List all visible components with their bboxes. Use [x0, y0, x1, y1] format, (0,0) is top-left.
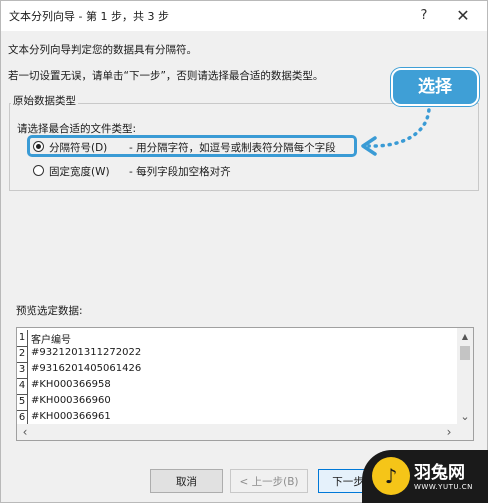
row-text: #KH000366960 [31, 395, 111, 406]
row-text: 客户编号 [31, 335, 71, 346]
row-number: 5 [17, 394, 28, 411]
title-bar: 文本分列向导 - 第 1 步，共 3 步 ? ✕ [1, 1, 487, 31]
row-number: 1 [17, 330, 28, 347]
row-number: 4 [17, 378, 28, 395]
watermark-url: WWW.YUTU.CN [414, 483, 473, 491]
scroll-down-icon[interactable]: ⌄ [457, 410, 473, 424]
radio-description-fixed-width: - 每列字段加空格对齐 [129, 166, 231, 178]
scroll-thumb[interactable] [460, 346, 470, 360]
preview-row: 2 #9321201311272022 [17, 346, 457, 363]
text-to-columns-dialog: 文本分列向导 - 第 1 步，共 3 步 ? ✕ 文本分列向导判定您的数据具有分… [0, 0, 488, 503]
file-type-prompt: 请选择最合适的文件类型: [17, 123, 137, 135]
radio-button-fixed-width[interactable] [33, 165, 44, 176]
group-title: 原始数据类型 [11, 93, 78, 108]
description-line-1: 文本分列向导判定您的数据具有分隔符。 [8, 44, 197, 56]
row-text: #KH000366958 [31, 379, 111, 390]
dialog-title: 文本分列向导 - 第 1 步，共 3 步 [9, 10, 169, 23]
data-preview[interactable]: 1 客户编号 2 #9321201311272022 3 #9316201405… [16, 327, 474, 441]
preview-row: 4 #KH000366958 [17, 378, 457, 395]
highlight-box [27, 135, 357, 157]
close-button[interactable]: ✕ [451, 5, 475, 27]
row-number: 3 [17, 362, 28, 379]
row-text: #9316201405061426 [31, 363, 142, 374]
select-badge: 选择 [391, 68, 479, 106]
radio-label-fixed-width[interactable]: 固定宽度(W) [49, 164, 110, 179]
description-line-2: 若一切设置无误，请单击“下一步”，否则请选择最合适的数据类型。 [8, 70, 324, 82]
scroll-left-icon[interactable]: ‹ [17, 425, 33, 439]
row-text: #KH000366961 [31, 411, 111, 422]
watermark-name: 羽兔网 [414, 463, 465, 483]
preview-label: 预览选定数据: [16, 305, 83, 317]
scroll-up-icon[interactable]: ▲ [457, 330, 473, 344]
scroll-right-icon[interactable]: › [441, 425, 457, 439]
preview-row: 5 #KH000366960 [17, 394, 457, 411]
horizontal-scrollbar[interactable]: ‹ › [17, 424, 473, 440]
back-button[interactable]: < 上一步(B) [230, 469, 308, 493]
preview-row: 3 #9316201405061426 [17, 362, 457, 379]
cancel-button[interactable]: 取消 [150, 469, 223, 493]
watermark-logo-icon: ♪ [372, 457, 410, 495]
watermark: ♪ 羽兔网 WWW.YUTU.CN [362, 450, 488, 503]
vertical-scrollbar[interactable]: ▲ ⌄ [457, 328, 473, 424]
dotted-arrow-icon [361, 101, 431, 156]
help-button[interactable]: ? [413, 5, 435, 27]
row-text: #9321201311272022 [31, 347, 142, 358]
row-number: 2 [17, 346, 28, 363]
preview-row: 1 客户编号 [17, 330, 457, 347]
